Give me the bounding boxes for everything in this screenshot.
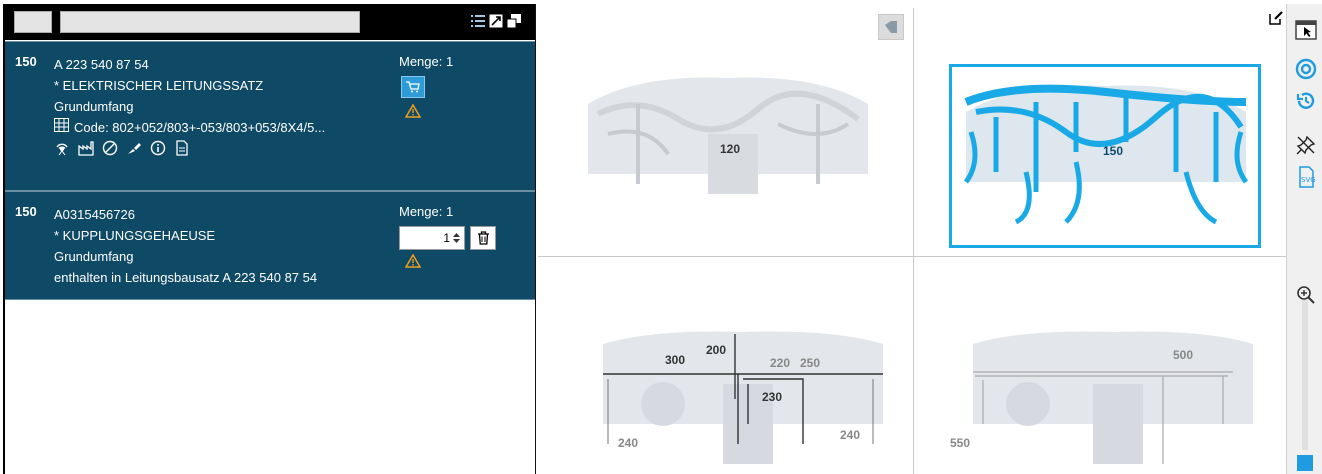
no-service-icon[interactable] [102, 140, 118, 156]
table-icon[interactable] [54, 117, 69, 138]
quantity-label: Menge: 1 [399, 204, 454, 219]
diagram-label: 240 [840, 428, 861, 442]
factory-icon[interactable] [78, 140, 94, 156]
list-item[interactable]: 150 A 223 540 87 54 * ELEKTRISCHER LEITU… [5, 41, 535, 191]
svg-export-icon[interactable]: SVG [1295, 166, 1317, 188]
dashboard-diagram-bottom-left[interactable] [593, 324, 893, 474]
diagram-label: 250 [800, 356, 821, 370]
quantity-value: 1 [443, 231, 450, 245]
edit-icon[interactable] [1268, 10, 1284, 26]
stepper-arrows-icon[interactable] [453, 232, 460, 244]
panel-icon [885, 21, 897, 33]
quantity-stepper[interactable]: 1 [399, 226, 465, 250]
part-number: A 223 540 87 54 [54, 57, 149, 72]
zoom-slider-handle[interactable] [1297, 455, 1313, 471]
diagram-label: 300 [665, 353, 686, 367]
item-position: 150 [15, 54, 37, 69]
info-icon[interactable] [150, 140, 166, 156]
hide-panel-button[interactable] [878, 14, 904, 40]
parts-list-panel: 150 A 223 540 87 54 * ELEKTRISCHER LEITU… [3, 4, 536, 474]
diagram-viewer: 120 150 200 300 220 250 230 240 240 500 … [538, 4, 1286, 474]
diagram-label: 220 [770, 356, 791, 370]
cart-icon [406, 81, 420, 93]
search-input[interactable] [60, 11, 360, 33]
copy-windows-icon[interactable] [506, 14, 521, 29]
zoom-slider-track[interactable] [1302, 300, 1308, 450]
part-name: * KUPPLUNGSGEHAEUSE [54, 228, 216, 243]
diagram-label: 550 [950, 436, 971, 450]
list-item[interactable]: 150 A0315456726 * KUPPLUNGSGEHAEUSE Grun… [5, 191, 535, 300]
expand-icon[interactable] [489, 14, 503, 28]
document-icon[interactable] [174, 140, 190, 156]
filter-field[interactable] [14, 11, 52, 33]
part-info: enthalten in Leitungsbausatz A 223 540 8… [54, 270, 318, 285]
add-to-cart-button[interactable] [401, 76, 425, 98]
grid-divider-horizontal [538, 256, 1286, 257]
trash-icon [477, 231, 489, 245]
history-icon[interactable] [1295, 90, 1317, 112]
select-pointer-icon[interactable] [1295, 18, 1317, 40]
part-scope: Grundumfang [54, 249, 134, 264]
warning-icon[interactable] [404, 253, 422, 268]
diagram-label: 500 [1173, 348, 1194, 362]
item-position: 150 [15, 204, 37, 219]
warning-icon[interactable] [404, 103, 422, 118]
diagram-label: 120 [720, 142, 741, 156]
diagram-label: 200 [706, 343, 727, 357]
unpin-icon[interactable] [1295, 134, 1317, 156]
part-number: A0315456726 [54, 207, 135, 222]
paint-icon[interactable] [126, 140, 142, 156]
list-toolbar [5, 4, 535, 40]
part-code: Code: 802+052/803+-053/803+053/8X4/5... [74, 120, 326, 135]
grid-divider-vertical [913, 8, 914, 474]
dashboard-diagram-bottom-right[interactable] [963, 324, 1263, 474]
part-name: * ELEKTRISCHER LEITUNGSSATZ [54, 78, 264, 93]
svg-text:SVG: SVG [1301, 176, 1316, 184]
list-view-icon[interactable] [471, 14, 485, 28]
wireless-signal-icon[interactable] [54, 140, 70, 156]
target-icon[interactable] [1295, 58, 1317, 80]
diagram-label: 230 [762, 390, 783, 404]
delete-button[interactable] [470, 226, 496, 250]
diagram-label: 240 [618, 436, 639, 450]
diagram-label: 150 [1103, 144, 1124, 158]
quantity-label: Menge: 1 [399, 54, 454, 69]
part-scope: Grundumfang [54, 99, 134, 114]
